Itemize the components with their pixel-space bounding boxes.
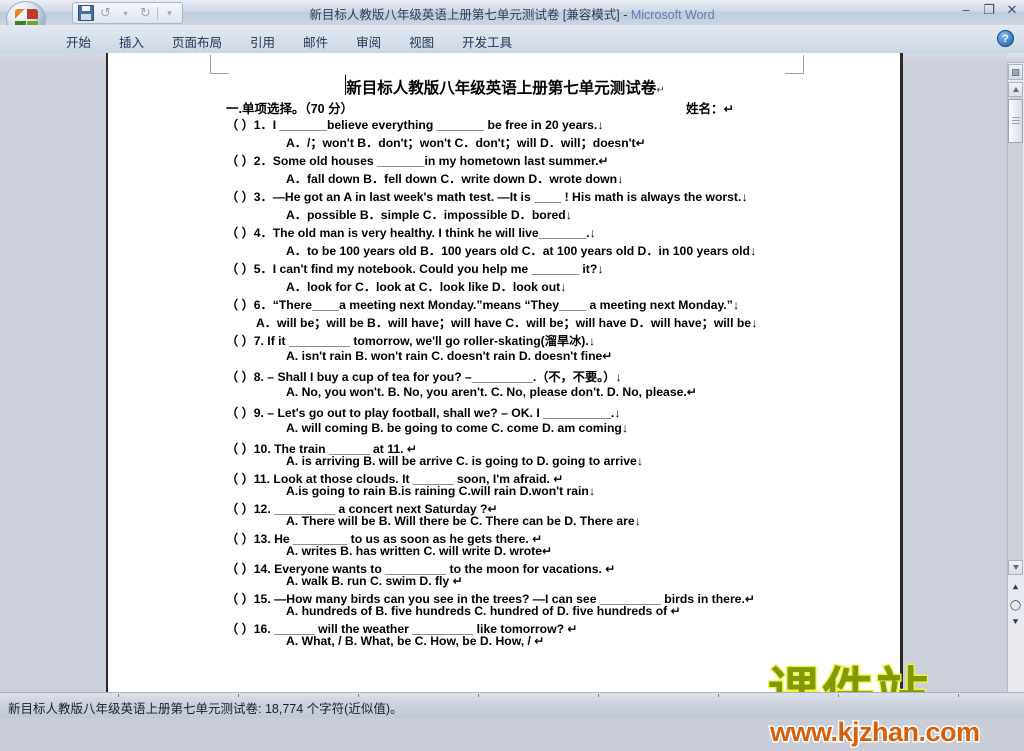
answer-options-line: A. writes B. has written C. will write D… <box>286 544 553 558</box>
watermark-url-outline: www.kjzhan.com <box>769 716 982 749</box>
previous-page-icon[interactable]: ⯅ <box>1009 582 1022 595</box>
status-bar: 新目标人教版八年级英语上册第七单元测试卷: 18,774 个字符(近似值)。 <box>0 692 1024 718</box>
close-button[interactable]: ✕ <box>1005 3 1019 17</box>
question-line: （ ）7. If it _________ tomorrow, we'll go… <box>226 334 595 348</box>
tab-review[interactable]: 审阅 <box>342 29 395 54</box>
answer-options-line: A. What, / B. What, be C. How, be D. How… <box>286 634 545 648</box>
split-window-icon[interactable] <box>1007 53 1024 63</box>
question-line: （ ）4．The old man is very healthy. I thin… <box>226 226 596 240</box>
application-name: Microsoft Word <box>630 8 715 22</box>
paragraph-mark: ↵ <box>656 85 665 96</box>
ribbon-tab-bar: 开始 插入 页面布局 引用 邮件 审阅 视图 开发工具 ? <box>0 25 1024 54</box>
answer-options-line: A.is going to rain B.is raining C.will r… <box>286 484 595 498</box>
tab-view[interactable]: 视图 <box>395 29 448 54</box>
answer-options-line: A．fall down B．fell down C．write down D．w… <box>286 172 624 186</box>
answer-options-line: A. will coming B. be going to come C. co… <box>286 421 628 435</box>
scroll-down-icon[interactable] <box>1008 560 1023 575</box>
page-title: 新目标人教版八年级英语上册第七单元测试卷↵ <box>108 76 903 98</box>
tab-page-layout[interactable]: 页面布局 <box>158 29 236 54</box>
question-line: （ ）3．—He got an A in last week's math te… <box>226 190 748 204</box>
name-field-label: 姓名：↵ <box>686 102 734 116</box>
window-controls: – ❐ ✕ <box>959 3 1019 17</box>
status-bar-text: 新目标人教版八年级英语上册第七单元测试卷: 18,774 个字符(近似值)。 <box>8 702 403 716</box>
answer-options-line: A. No, you won't. B. No, you aren't. C. … <box>286 385 697 399</box>
select-browse-object-icon[interactable]: ▧ <box>1008 64 1023 80</box>
word-application-window: ↺ ▾ ↻ ▾ 新目标人教版八年级英语上册第七单元测试卷 [兼容模式] - Mi… <box>0 0 1024 749</box>
ribbon-tabs: 开始 插入 页面布局 引用 邮件 审阅 视图 开发工具 <box>52 29 526 54</box>
window-title: 新目标人教版八年级英语上册第七单元测试卷 [兼容模式] - Microsoft … <box>0 4 1024 23</box>
document-body[interactable]: 新目标人教版八年级英语上册第七单元测试卷↵ 一.单项选择。（70 分） 姓名：↵… <box>108 53 903 692</box>
help-icon[interactable]: ? <box>997 30 1014 47</box>
browse-object-icon[interactable]: ◯ <box>1009 599 1022 612</box>
tab-references[interactable]: 引用 <box>236 29 289 54</box>
answer-options-line: A．possible B．simple C．impossible D．bored… <box>286 208 572 222</box>
question-line: （ ）6．“There____a meeting next Monday.”me… <box>226 298 739 312</box>
document-title-text: 新目标人教版八年级英语上册第七单元测试卷 [兼容模式] <box>309 8 620 22</box>
minimize-button[interactable]: – <box>959 3 973 17</box>
status-tick-marks <box>0 693 1024 697</box>
tab-home[interactable]: 开始 <box>52 29 105 54</box>
scrollbar-track[interactable] <box>1008 97 1023 560</box>
margin-mark-top-right <box>785 55 804 74</box>
answer-options-line: A．look for C．look at C．look like D．look … <box>286 280 567 294</box>
answer-options-line: A．/；won't B．don't；won't C．don't；will D．w… <box>286 136 646 150</box>
watermark-url-text: www.kjzhan.com <box>770 717 980 747</box>
title-bar: ↺ ▾ ↻ ▾ 新目标人教版八年级英语上册第七单元测试卷 [兼容模式] - Mi… <box>0 0 1024 37</box>
scrollbar-thumb[interactable] <box>1008 99 1023 143</box>
next-page-icon[interactable]: ⯆ <box>1009 616 1022 629</box>
question-line: （ ）1．I _______believe everything _______… <box>226 118 604 132</box>
answer-options-line: A. hundreds of B. five hundreds C. hundr… <box>286 604 681 618</box>
tab-insert[interactable]: 插入 <box>105 29 158 54</box>
question-line: （ ）9. – Let's go out to play football, s… <box>226 406 621 420</box>
question-line: （ ）2．Some old houses _______in my hometo… <box>226 154 609 168</box>
answer-options-line: A. is arriving B. will be arrive C. is g… <box>286 454 643 468</box>
document-workspace: 新目标人教版八年级英语上册第七单元测试卷↵ 一.单项选择。（70 分） 姓名：↵… <box>0 53 1024 749</box>
answer-options-line: A．will be；will be B．will have；will have … <box>256 316 758 330</box>
answer-options-line: A．to be 100 years old B．100 years old C．… <box>286 244 757 258</box>
title-separator: - <box>619 8 631 22</box>
question-line: （ ）5．I can't find my notebook. Could you… <box>226 262 604 276</box>
page-title-text: 新目标人教版八年级英语上册第七单元测试卷 <box>346 80 657 97</box>
question-line: （ ）8. – Shall I buy a cup of tea for you… <box>226 370 622 384</box>
answer-options-line: A. There will be B. Will there be C. The… <box>286 514 641 528</box>
answer-options-line: A. isn't rain B. won't rain C. doesn't r… <box>286 349 613 363</box>
text-cursor <box>345 75 346 95</box>
margin-mark-top-left <box>210 55 229 74</box>
document-page[interactable]: 新目标人教版八年级英语上册第七单元测试卷↵ 一.单项选择。（70 分） 姓名：↵… <box>108 53 903 692</box>
restore-button[interactable]: ❐ <box>982 3 996 17</box>
tab-developer[interactable]: 开发工具 <box>448 29 526 54</box>
scroll-up-icon[interactable] <box>1008 82 1023 97</box>
tab-mailings[interactable]: 邮件 <box>289 29 342 54</box>
answer-options-line: A. walk B. run C. swim D. fly ↵ <box>286 574 463 588</box>
